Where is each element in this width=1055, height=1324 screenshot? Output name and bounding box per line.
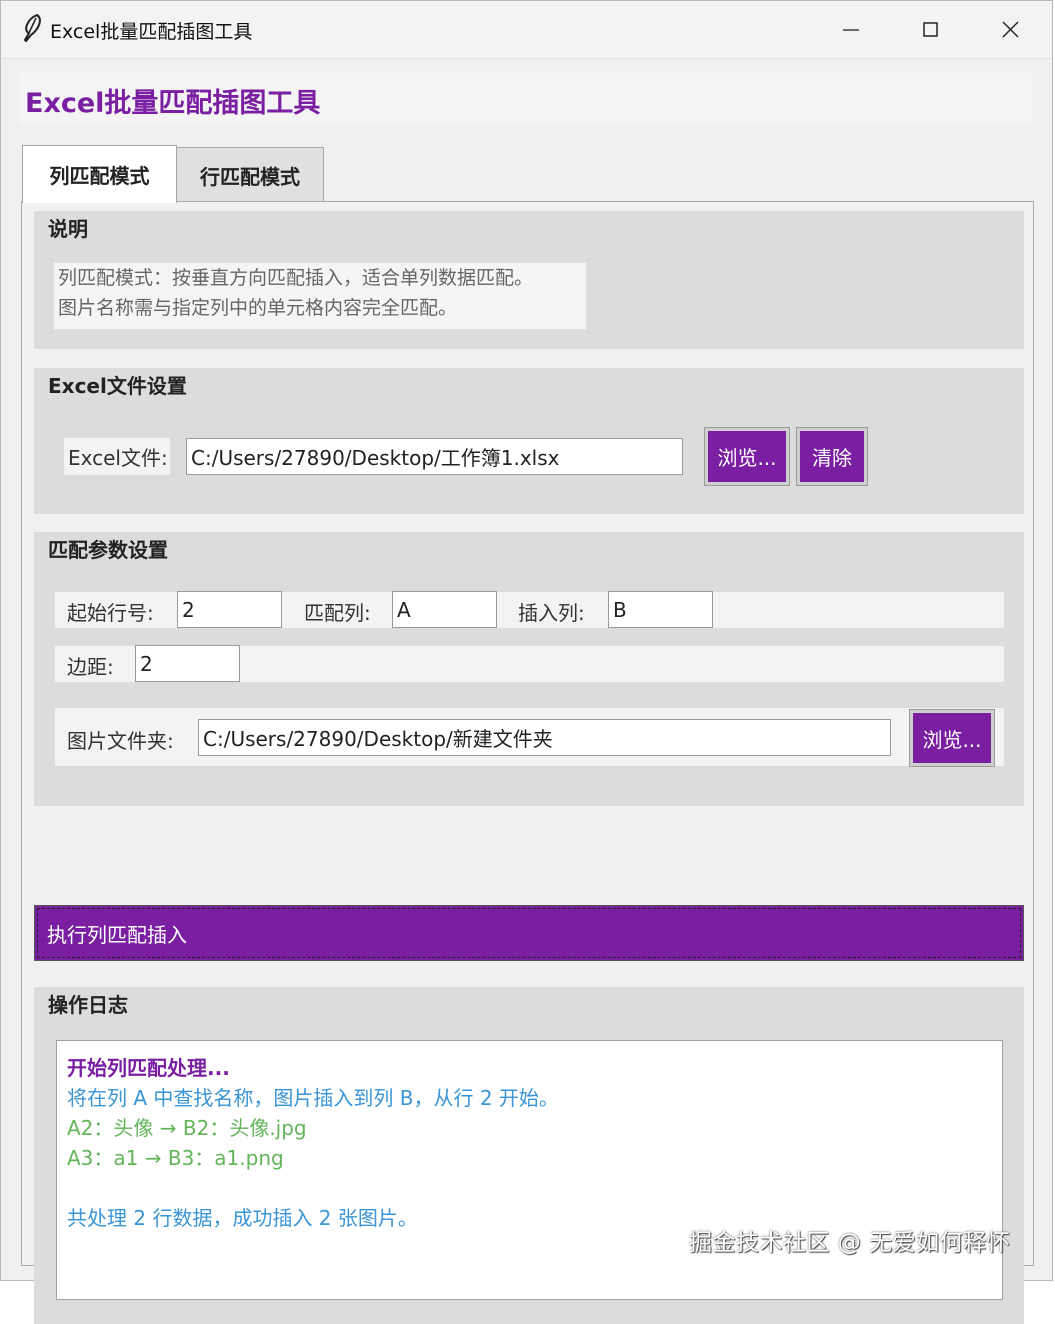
log-textarea[interactable]: 开始列匹配处理... 将在列 A 中查找名称，图片插入到列 B，从行 2 开始。… (56, 1040, 1003, 1300)
app-window: Excel批量匹配插图工具 Excel批量匹配插图工具 列匹配模式 行匹配模式 … (0, 0, 1053, 1324)
log-frame: 操作日志 开始列匹配处理... 将在列 A 中查找名称，图片插入到列 B，从行 … (34, 987, 1024, 1324)
excel-file-input[interactable]: C:/Users/27890/Desktop/工作簿1.xlsx (186, 438, 683, 475)
description-text: 列匹配模式：按垂直方向匹配插入，适合单列数据匹配。 图片名称需与指定列中的单元格… (54, 263, 586, 329)
match-params-frame: 匹配参数设置 起始行号: 2 匹配列: A 插入列: B 边距: 2 图片文件夹… (34, 532, 1024, 806)
description-frame: 说明 列匹配模式：按垂直方向匹配插入，适合单列数据匹配。 图片名称需与指定列中的… (34, 211, 1024, 349)
description-title: 说明 (48, 217, 88, 241)
excel-clear-button[interactable]: 清除 (796, 427, 868, 486)
close-button[interactable] (971, 1, 1051, 58)
excel-file-label: Excel文件: (64, 438, 170, 475)
maximize-button[interactable] (891, 1, 971, 58)
feather-icon (23, 13, 41, 43)
execute-focus-ring: 执行列匹配插入 (37, 908, 1021, 958)
description-line: 列匹配模式：按垂直方向匹配插入，适合单列数据匹配。 (58, 267, 534, 289)
start-row-label: 起始行号: (67, 601, 154, 625)
excel-settings-frame: Excel文件设置 Excel文件: C:/Users/27890/Deskto… (34, 368, 1024, 514)
excel-settings-title: Excel文件设置 (48, 374, 187, 398)
margin-input[interactable]: 2 (135, 645, 240, 682)
description-line: 图片名称需与指定列中的单元格内容完全匹配。 (58, 297, 458, 319)
execute-button-label: 执行列匹配插入 (47, 922, 187, 947)
margin-label: 边距: (67, 655, 114, 679)
tab-panel: 说明 列匹配模式：按垂直方向匹配插入，适合单列数据匹配。 图片名称需与指定列中的… (21, 201, 1034, 1324)
execute-column-match-button[interactable]: 执行列匹配插入 (34, 905, 1024, 961)
match-column-label: 匹配列: (304, 601, 371, 625)
title-bar: Excel批量匹配插图工具 (1, 1, 1052, 59)
minimize-icon (843, 29, 859, 31)
image-folder-input[interactable]: C:/Users/27890/Desktop/新建文件夹 (198, 719, 891, 756)
app-heading-bar: Excel批量匹配插图工具 (19, 73, 1033, 125)
tab-row-match[interactable]: 行匹配模式 (176, 147, 324, 203)
match-column-input[interactable]: A (392, 591, 497, 628)
minimize-button[interactable] (811, 1, 891, 58)
match-params-title: 匹配参数设置 (48, 538, 168, 562)
insert-column-label: 插入列: (518, 601, 585, 625)
insert-column-input[interactable]: B (608, 591, 713, 628)
window-title: Excel批量匹配插图工具 (50, 21, 253, 43)
tab-column-match[interactable]: 列匹配模式 (22, 145, 177, 203)
main-content: Excel批量匹配插图工具 列匹配模式 行匹配模式 说明 列匹配模式：按垂直方向… (19, 73, 1035, 1324)
app-heading: Excel批量匹配插图工具 (25, 88, 321, 119)
image-folder-browse-button[interactable]: 浏览... (909, 709, 995, 767)
log-line: 将在列 A 中查找名称，图片插入到列 B，从行 2 开始。 (67, 1086, 559, 1110)
log-title: 操作日志 (48, 993, 128, 1017)
log-line: 开始列匹配处理... (67, 1056, 230, 1080)
log-line: A3：a1 → B3：a1.png (67, 1146, 284, 1170)
start-row-input[interactable]: 2 (177, 591, 282, 628)
excel-browse-button[interactable]: 浏览... (704, 427, 790, 486)
image-folder-label: 图片文件夹: (67, 729, 174, 753)
close-icon (1002, 21, 1019, 38)
log-line: A2：头像 → B2：头像.jpg (67, 1116, 307, 1140)
watermark: 掘金技术社区 @ 无爱如何释怀 (689, 1230, 1011, 1256)
maximize-icon (923, 22, 938, 37)
